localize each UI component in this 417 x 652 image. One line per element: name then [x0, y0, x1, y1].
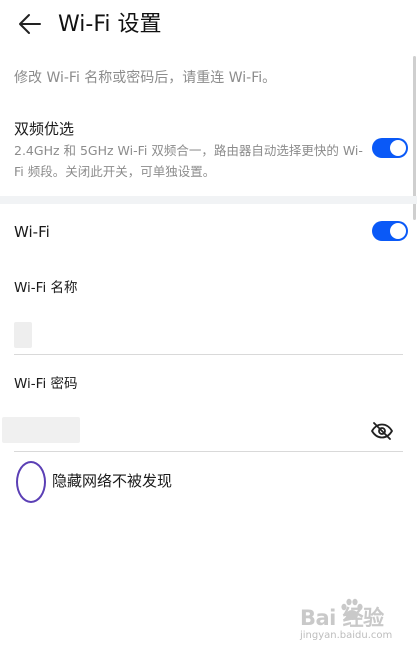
baidu-jingyan-watermark: Bai 经验 jingyan.baidu.com: [300, 596, 410, 648]
wifi-name-field[interactable]: [14, 314, 403, 355]
arrow-left-icon: [19, 14, 41, 34]
wifi-password-input[interactable]: [14, 411, 354, 451]
reconnect-hint: 修改 Wi-Fi 名称或密码后，请重连 Wi-Fi。: [14, 70, 277, 86]
header-bar: Wi-Fi 设置: [0, 0, 417, 52]
page-title: Wi-Fi 设置: [58, 12, 162, 37]
toggle-knob: [390, 140, 406, 156]
wifi-name-input[interactable]: [14, 314, 354, 354]
dual-band-toggle[interactable]: [372, 138, 408, 158]
hide-network-label: 隐藏网络不被发现: [52, 472, 173, 490]
wifi-password-field[interactable]: [2, 411, 403, 452]
watermark-url: jingyan.baidu.com: [300, 630, 393, 641]
back-button[interactable]: [16, 10, 44, 38]
wifi-switch-label: Wi-Fi: [14, 223, 50, 241]
wifi-toggle[interactable]: [372, 221, 408, 241]
dual-band-title: 双频优选: [14, 120, 75, 138]
dual-band-description: 2.4GHz 和 5GHz Wi-Fi 双频合一，路由器自动选择更快的 Wi-F…: [14, 143, 363, 179]
paw-icon: [341, 598, 363, 620]
eye-off-icon: [371, 422, 393, 440]
hide-network-checkbox[interactable]: [16, 461, 46, 503]
password-visibility-toggle[interactable]: [370, 419, 394, 443]
wifi-name-label: Wi-Fi 名称: [14, 280, 78, 296]
hide-network-option[interactable]: 隐藏网络不被发现: [16, 460, 316, 504]
section-divider: [0, 196, 417, 204]
wifi-password-label: Wi-Fi 密码: [14, 376, 78, 392]
toggle-knob: [390, 223, 406, 239]
